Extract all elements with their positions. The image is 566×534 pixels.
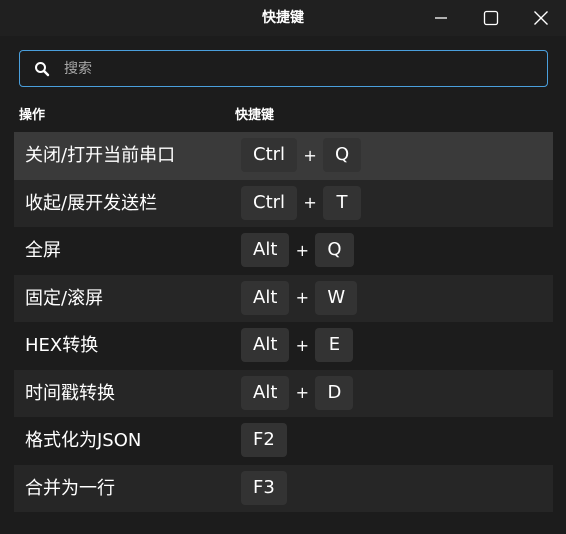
key-cap: D: [315, 375, 354, 410]
table-row[interactable]: 格式化为JSON F2: [14, 417, 553, 465]
action-label: 固定/滚屏: [25, 287, 104, 309]
search-input[interactable]: [64, 52, 547, 85]
key-cap: Q: [315, 233, 354, 267]
table-row[interactable]: 合并为一行 F3: [14, 464, 553, 512]
action-label: 全屏: [25, 240, 61, 261]
action-label: HEX转换: [25, 335, 99, 356]
minimize-icon: [435, 17, 447, 19]
search-icon: [20, 51, 64, 86]
key-cap: Ctrl: [241, 185, 298, 220]
shortcut-keys: Ctrl + T: [241, 185, 362, 220]
plus-sign: +: [303, 145, 317, 165]
action-label: 收起/展开发送栏: [25, 192, 158, 214]
table-row[interactable]: 时间戳转换 Alt + D: [14, 369, 553, 417]
key-cap: Alt: [241, 233, 290, 267]
search-box: [19, 50, 548, 87]
plus-sign: +: [295, 288, 310, 307]
table-row[interactable]: 关闭/打开当前串口 Ctrl + Q: [14, 132, 553, 180]
title-bar: 快捷键: [0, 0, 566, 36]
key-cap: W: [315, 280, 358, 315]
minimize-button[interactable]: [418, 0, 464, 36]
plus-sign: +: [295, 335, 310, 355]
action-label: 合并为一行: [25, 477, 115, 499]
shortcut-keys: Ctrl + Q: [241, 138, 362, 172]
shortcut-keys: Alt + D: [241, 375, 354, 410]
plus-sign: +: [303, 193, 317, 212]
table-row[interactable]: HEX转换 Alt + E: [14, 322, 553, 370]
key-cap: T: [323, 185, 362, 220]
plus-sign: +: [295, 240, 310, 260]
key-cap: Alt: [241, 280, 290, 315]
key-cap: F3: [241, 470, 287, 505]
shortcut-keys: Alt + E: [241, 328, 354, 362]
key-cap: Ctrl: [241, 138, 298, 172]
shortcut-keys: F3: [241, 470, 287, 505]
shortcuts-window: 快捷键 操作 快捷键: [0, 0, 566, 534]
table-header: 操作 快捷键: [0, 100, 566, 126]
table-row[interactable]: 收起/展开发送栏 Ctrl + T: [14, 179, 553, 227]
action-label: 时间戳转换: [25, 382, 115, 404]
key-cap: Alt: [241, 375, 290, 410]
shortcut-keys: Alt + Q: [241, 233, 354, 267]
header-shortcut: 快捷键: [235, 108, 275, 123]
plus-sign: +: [295, 383, 310, 402]
close-button[interactable]: [518, 0, 564, 36]
header-action: 操作: [19, 108, 46, 123]
shortcut-keys: F2: [241, 423, 287, 457]
table-row[interactable]: 全屏 Alt + Q: [14, 227, 553, 275]
maximize-icon: [483, 10, 499, 26]
shortcut-keys: Alt + W: [241, 280, 358, 315]
key-cap: F2: [241, 423, 287, 457]
action-label: 格式化为JSON: [25, 430, 142, 451]
table-row[interactable]: 固定/滚屏 Alt + W: [14, 274, 553, 322]
maximize-button[interactable]: [468, 0, 514, 36]
key-cap: Q: [323, 138, 362, 172]
action-label: 关闭/打开当前串口: [25, 145, 176, 166]
shortcut-list: 关闭/打开当前串口 Ctrl + Q 收起/展开发送栏 Ctrl + T 全屏 …: [14, 132, 553, 512]
key-cap: Alt: [241, 328, 290, 362]
close-icon: [534, 11, 548, 25]
key-cap: E: [315, 328, 354, 362]
